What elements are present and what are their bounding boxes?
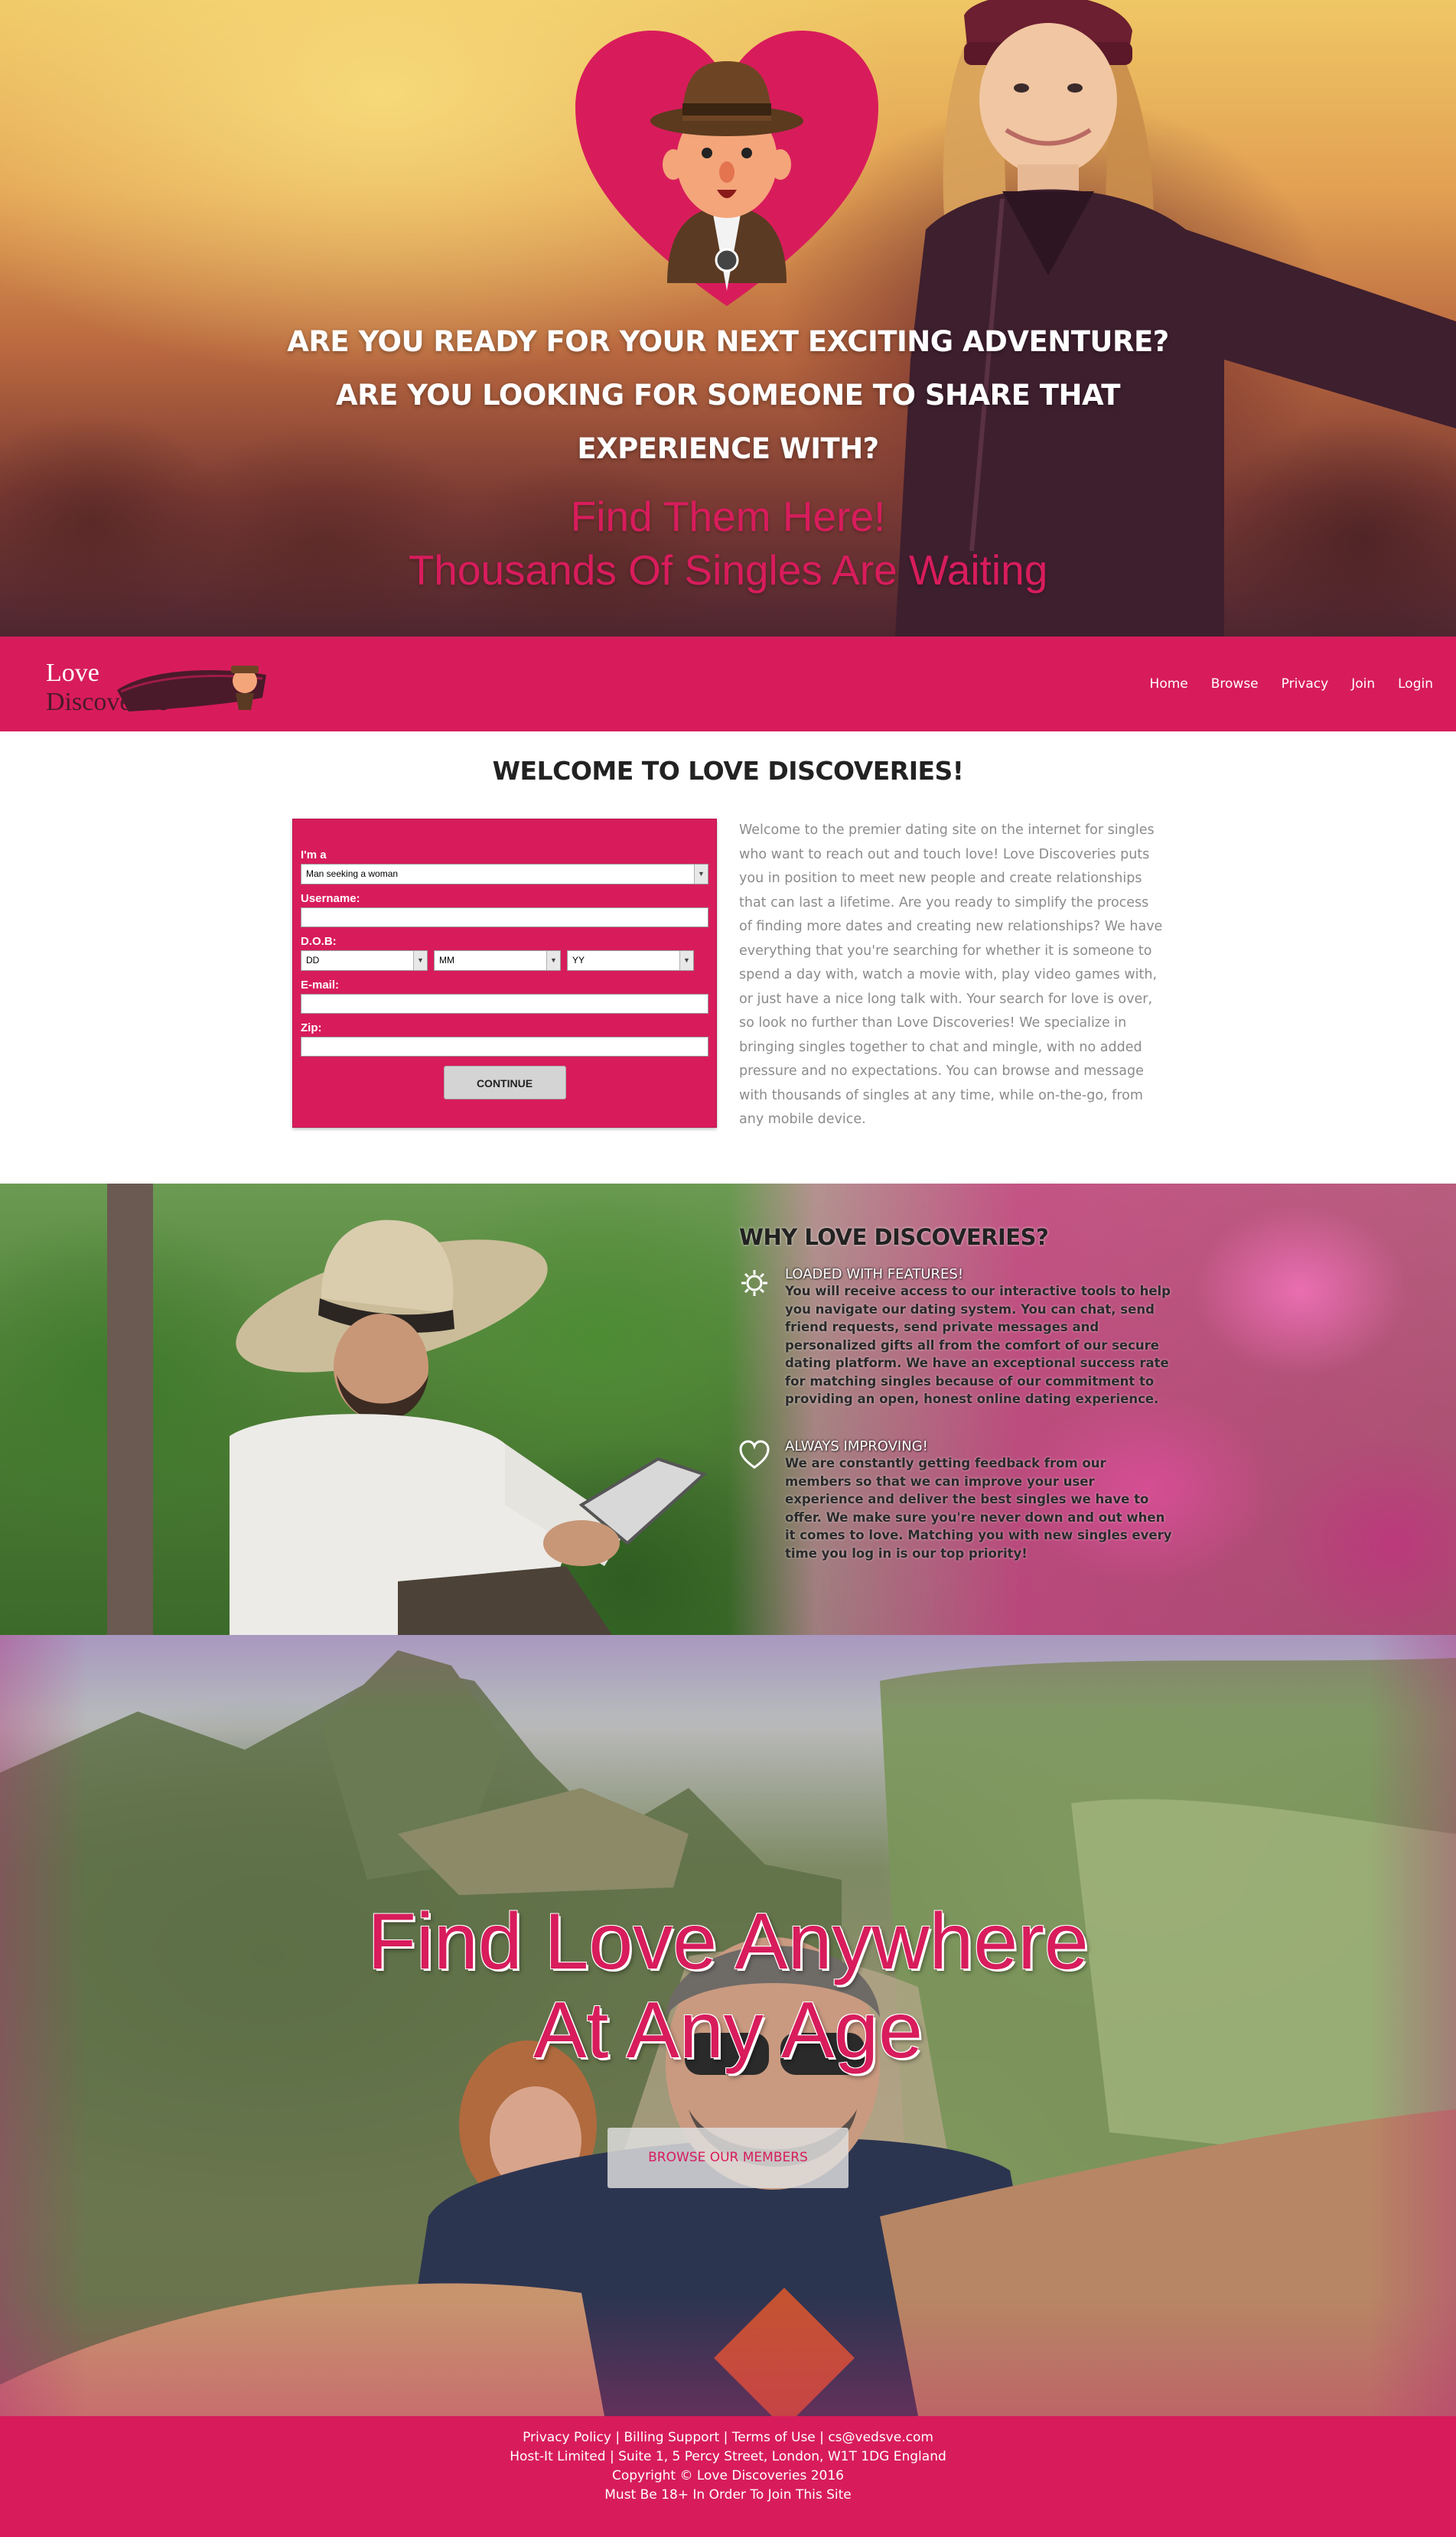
nav-login-link[interactable]: Login bbox=[1398, 676, 1433, 692]
nav-browse-link[interactable]: Browse bbox=[1211, 676, 1259, 692]
username-label: Username: bbox=[301, 892, 360, 905]
email-input[interactable] bbox=[301, 994, 708, 1014]
chevron-down-icon: ▼ bbox=[694, 865, 708, 884]
mascot-heart-logo bbox=[575, 31, 878, 306]
feature-heading: LOADED WITH FEATURES! bbox=[785, 1266, 964, 1282]
footer-links-row: Privacy Policy | Billing Support | Terms… bbox=[0, 2428, 1456, 2447]
hero-question-line: ARE YOU LOOKING FOR SOMEONE TO SHARE THA… bbox=[335, 379, 1121, 412]
main-navbar: Love Discoveries Home Browse Privacy Joi… bbox=[0, 637, 1456, 731]
heart-icon bbox=[739, 1440, 770, 1469]
zip-label: Zip: bbox=[301, 1021, 322, 1034]
footer-age-notice: Must Be 18+ In Order To Join This Site bbox=[604, 2487, 852, 2503]
svg-text:Love: Love bbox=[46, 659, 99, 687]
signup-form: I'm a Man seeking a woman ▼ Username: D.… bbox=[292, 819, 717, 1128]
ima-label: I'm a bbox=[301, 848, 327, 861]
dob-month-value: MM bbox=[439, 955, 454, 966]
chevron-down-icon: ▼ bbox=[546, 951, 560, 970]
hero-find-line: Find Them Here! bbox=[570, 493, 886, 540]
ima-select[interactable]: Man seeking a woman ▼ bbox=[301, 864, 708, 884]
feature-heading: ALWAYS IMPROVING! bbox=[785, 1438, 928, 1454]
svg-text:Discoveries: Discoveries bbox=[46, 688, 169, 716]
nav-home-link[interactable]: Home bbox=[1150, 676, 1188, 692]
welcome-title: WELCOME TO LOVE DISCOVERIES! bbox=[492, 756, 964, 786]
why-title: WHY LOVE DISCOVERIES? bbox=[739, 1224, 1049, 1250]
selfie-title-line: Find Love Anywhere bbox=[367, 1897, 1089, 1986]
dob-day-value: DD bbox=[306, 955, 320, 966]
ima-select-value: Man seeking a woman bbox=[306, 868, 399, 879]
dob-selects: DD ▼ MM ▼ YY ▼ bbox=[301, 950, 708, 971]
footer-copyright: Copyright © Love Discoveries 2016 bbox=[611, 2468, 844, 2483]
dob-year-select[interactable]: YY ▼ bbox=[567, 950, 694, 971]
why-section bbox=[0, 1184, 1456, 1635]
hero-find-block: Find Them Here! Thousands Of Singles Are… bbox=[230, 490, 1226, 597]
username-input[interactable] bbox=[301, 907, 708, 927]
hero-question-line: ARE YOU READY FOR YOUR NEXT EXCITING ADV… bbox=[287, 325, 1169, 358]
selfie-title-line: At Any Age bbox=[533, 1986, 923, 2075]
dob-day-select[interactable]: DD ▼ bbox=[301, 950, 428, 971]
nav-links: Home Browse Privacy Join Login bbox=[1150, 637, 1433, 731]
continue-button[interactable]: CONTINUE bbox=[443, 1066, 566, 1099]
footer-privacy-link[interactable]: Privacy Policy bbox=[523, 2430, 611, 2445]
footer-address: Host-It Limited | Suite 1, 5 Percy Stree… bbox=[510, 2449, 946, 2464]
dob-month-select[interactable]: MM ▼ bbox=[434, 950, 561, 971]
gear-icon bbox=[741, 1270, 767, 1296]
footer-separator: | bbox=[615, 2430, 624, 2445]
hero-question-block: ARE YOU READY FOR YOUR NEXT EXCITING ADV… bbox=[230, 315, 1226, 476]
email-label: E-mail: bbox=[301, 979, 340, 992]
footer-separator: | bbox=[819, 2430, 829, 2445]
site-logo[interactable]: Love Discoveries bbox=[44, 652, 282, 718]
feature-item: LOADED WITH FEATURES! You will receive a… bbox=[739, 1266, 1175, 1409]
selfie-title: Find Love Anywhere At Any Age bbox=[230, 1897, 1226, 2075]
site-footer: Privacy Policy | Billing Support | Terms… bbox=[0, 2416, 1456, 2537]
footer-email-link[interactable]: cs@vedsve.com bbox=[828, 2430, 933, 2445]
zip-input[interactable] bbox=[301, 1037, 708, 1057]
hero-question-line: EXPERIENCE WITH? bbox=[577, 432, 879, 465]
feature-text: You will receive access to our interacti… bbox=[785, 1284, 1171, 1406]
browse-members-button[interactable]: BROWSE OUR MEMBERS bbox=[607, 2128, 849, 2188]
feature-text: We are constantly getting feedback from … bbox=[785, 1456, 1172, 1561]
hero-section: ARE YOU READY FOR YOUR NEXT EXCITING ADV… bbox=[0, 0, 1456, 637]
nav-privacy-link[interactable]: Privacy bbox=[1282, 676, 1329, 692]
nav-join-link[interactable]: Join bbox=[1351, 676, 1375, 692]
continue-wrap: CONTINUE bbox=[301, 1066, 708, 1099]
hero-find-line: Thousands Of Singles Are Waiting bbox=[408, 546, 1048, 594]
man-with-tablet-illustration bbox=[107, 1184, 707, 1635]
welcome-paragraph: Welcome to the premier dating site on th… bbox=[739, 822, 1163, 1127]
footer-terms-link[interactable]: Terms of Use bbox=[732, 2430, 816, 2445]
chevron-down-icon: ▼ bbox=[679, 951, 693, 970]
footer-separator: | bbox=[723, 2430, 732, 2445]
footer-billing-link[interactable]: Billing Support bbox=[624, 2430, 719, 2445]
chevron-down-icon: ▼ bbox=[413, 951, 427, 970]
feature-item: ALWAYS IMPROVING! We are constantly gett… bbox=[739, 1438, 1175, 1562]
dob-label: D.O.B: bbox=[301, 935, 337, 948]
pink-flowers-backdrop bbox=[765, 1184, 1456, 1635]
dob-year-value: YY bbox=[572, 955, 585, 966]
